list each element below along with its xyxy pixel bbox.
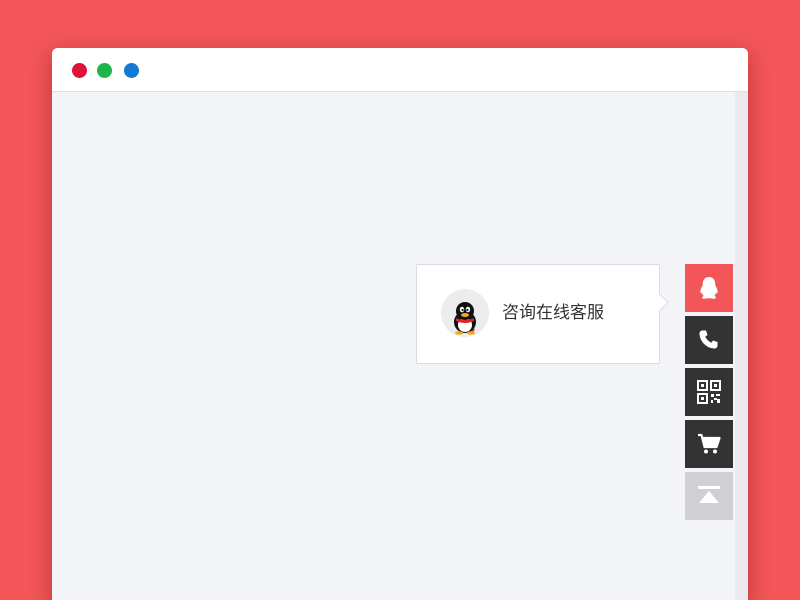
- minimize-window-button[interactable]: [97, 63, 112, 78]
- phone-button[interactable]: [685, 316, 733, 364]
- back-to-top-button[interactable]: [685, 472, 733, 520]
- scrollbar-track[interactable]: [735, 92, 748, 600]
- title-bar: [52, 48, 748, 92]
- back-to-top-icon: [698, 486, 720, 503]
- qq-penguin-icon: [454, 302, 476, 335]
- browser-window: 咨询在线客服: [52, 48, 748, 600]
- cart-button[interactable]: [685, 420, 733, 468]
- qq-service-button[interactable]: [685, 264, 733, 312]
- page-content: 咨询在线客服: [52, 92, 748, 600]
- cart-icon: [698, 433, 721, 454]
- customer-service-popup[interactable]: 咨询在线客服: [416, 264, 669, 364]
- popup-pointer-arrow: [650, 293, 669, 312]
- qrcode-button[interactable]: [685, 368, 733, 416]
- qq-penguin-icon: [700, 277, 718, 299]
- close-window-button[interactable]: [72, 63, 87, 78]
- qq-avatar: [441, 289, 489, 337]
- consult-online-service-label[interactable]: 咨询在线客服: [502, 301, 604, 325]
- qr-code-icon: [697, 380, 721, 404]
- phone-icon: [699, 330, 718, 349]
- maximize-window-button[interactable]: [124, 63, 139, 78]
